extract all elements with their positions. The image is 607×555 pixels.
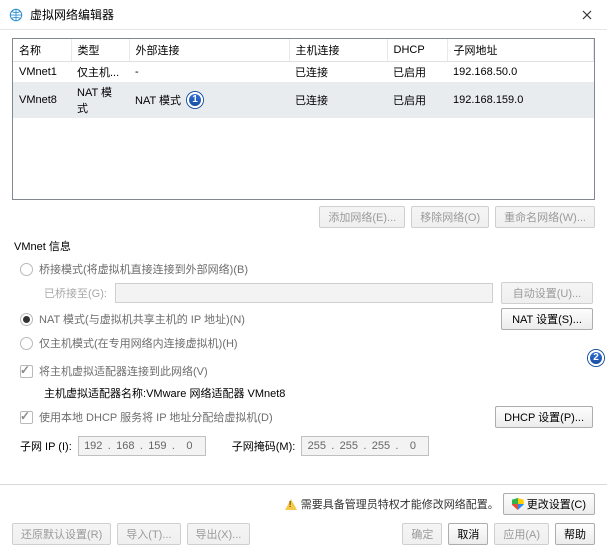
annotation-badge-2: 2 <box>588 350 604 366</box>
nat-label: NAT 模式(与虚拟机共享主机的 IP 地址)(N) <box>39 311 245 327</box>
close-button[interactable] <box>567 0 607 30</box>
network-table: 名称 类型 外部连接 主机连接 DHCP 子网地址 VMnet1 仅主机... … <box>12 38 595 200</box>
hostonly-option: 仅主机模式(在专用网络内连接虚拟机)(H) <box>14 332 593 354</box>
hostonly-label: 仅主机模式(在专用网络内连接虚拟机)(H) <box>39 335 238 351</box>
add-network-button: 添加网络(E)... <box>319 206 405 228</box>
cell-dhcp: 已启用 <box>387 82 447 118</box>
ok-button: 确定 <box>402 523 442 545</box>
change-settings-button[interactable]: 更改设置(C) <box>503 493 595 515</box>
cell-name: VMnet8 <box>13 82 71 118</box>
export-button: 导出(X)... <box>187 523 251 545</box>
nat-option: NAT 模式(与虚拟机共享主机的 IP 地址)(N) NAT 设置(S)... <box>14 306 593 332</box>
bridged-to-label: 已桥接至(G): <box>44 285 107 301</box>
table-button-row: 添加网络(E)... 移除网络(O) 重命名网络(W)... <box>12 206 595 228</box>
ip-octet: 255 <box>366 440 395 452</box>
cell-ext-text: NAT 模式 <box>135 92 181 108</box>
table-header: 名称 类型 外部连接 主机连接 DHCP 子网地址 <box>13 39 594 62</box>
checkbox-icon <box>20 411 33 424</box>
dhcp-label: 使用本地 DHCP 服务将 IP 地址分配给虚拟机(D) <box>39 409 273 425</box>
col-host[interactable]: 主机连接 <box>289 39 387 62</box>
close-icon <box>582 10 592 20</box>
remove-network-button: 移除网络(O) <box>411 206 489 228</box>
import-button: 导入(T)... <box>117 523 180 545</box>
table-row[interactable]: VMnet8 NAT 模式 NAT 模式 1 已连接 已启用 192.168.1… <box>13 82 594 118</box>
table-row[interactable]: VMnet1 仅主机... - 已连接 已启用 192.168.50.0 <box>13 62 594 83</box>
host-adapter-name-value: VMware 网络适配器 VMnet8 <box>146 385 285 401</box>
apply-button: 应用(A) <box>494 523 549 545</box>
bridged-to-row: 已桥接至(G): 自动设置(U)... <box>14 280 593 306</box>
titlebar: 虚拟网络编辑器 <box>0 0 607 30</box>
cell-subnet: 192.168.50.0 <box>447 62 594 83</box>
content-area: 名称 类型 外部连接 主机连接 DHCP 子网地址 VMnet1 仅主机... … <box>0 30 607 484</box>
cell-host: 已连接 <box>289 62 387 83</box>
col-name[interactable]: 名称 <box>13 39 71 62</box>
warning-icon <box>285 499 297 510</box>
subnet-ip-field: 192. 168. 159. 0 <box>78 436 206 456</box>
radio-icon <box>20 337 33 350</box>
rename-network-button: 重命名网络(W)... <box>495 206 595 228</box>
host-adapter-check: 将主机虚拟适配器连接到此网络(V) <box>14 360 593 382</box>
col-dhcp[interactable]: DHCP <box>387 39 447 62</box>
dhcp-check: 使用本地 DHCP 服务将 IP 地址分配给虚拟机(D) DHCP 设置(P).… <box>14 404 593 430</box>
admin-note-row: 需要具备管理员特权才能修改网络配置。 更改设置(C) <box>12 493 595 515</box>
window-title: 虚拟网络编辑器 <box>30 6 567 23</box>
cell-type: 仅主机... <box>71 62 129 83</box>
host-adapter-name-row: 主机虚拟适配器名称: VMware 网络适配器 VMnet8 <box>14 382 593 404</box>
ip-octet: 192 <box>79 440 108 452</box>
cancel-button[interactable]: 取消 <box>448 523 488 545</box>
ip-octet: 0 <box>175 440 204 452</box>
radio-icon <box>20 263 33 276</box>
col-subnet[interactable]: 子网地址 <box>447 39 594 62</box>
host-adapter-name-prefix: 主机虚拟适配器名称: <box>44 385 146 401</box>
annotation-badge-1: 1 <box>187 92 203 108</box>
virtual-network-editor-window: 虚拟网络编辑器 名称 类型 外部连接 主机连接 DHCP <box>0 0 607 555</box>
ip-octet: 255 <box>302 440 331 452</box>
ip-octet: 255 <box>334 440 363 452</box>
cell-dhcp: 已启用 <box>387 62 447 83</box>
bridged-label: 桥接模式(将虚拟机直接连接到外部网络)(B) <box>39 261 248 277</box>
vmnet-info-group: VMnet 信息 桥接模式(将虚拟机直接连接到外部网络)(B) 已桥接至(G):… <box>12 238 595 460</box>
col-type[interactable]: 类型 <box>71 39 129 62</box>
cell-name: VMnet1 <box>13 62 71 83</box>
group-legend: VMnet 信息 <box>14 238 593 254</box>
globe-icon <box>8 7 24 23</box>
subnet-mask-label: 子网掩码(M): <box>232 438 296 454</box>
col-ext[interactable]: 外部连接 <box>129 39 289 62</box>
radio-icon <box>20 313 33 326</box>
bridged-option: 桥接模式(将虚拟机直接连接到外部网络)(B) <box>14 258 593 280</box>
subnet-mask-field: 255. 255. 255. 0 <box>301 436 429 456</box>
footer: 需要具备管理员特权才能修改网络配置。 更改设置(C) 还原默认设置(R) 导入(… <box>0 484 607 555</box>
ip-octet: 168 <box>111 440 140 452</box>
nat-settings-button[interactable]: NAT 设置(S)... <box>501 308 593 330</box>
ip-octet: 0 <box>398 440 427 452</box>
admin-note: 需要具备管理员特权才能修改网络配置。 <box>301 496 499 512</box>
cell-subnet: 192.168.159.0 <box>447 82 594 118</box>
help-button[interactable]: 帮助 <box>555 523 595 545</box>
cell-host: 已连接 <box>289 82 387 118</box>
bridged-to-combo <box>115 283 493 303</box>
auto-settings-button: 自动设置(U)... <box>501 282 593 304</box>
cell-ext: - <box>129 62 289 83</box>
ip-octet: 159 <box>143 440 172 452</box>
subnet-ip-label: 子网 IP (I): <box>20 438 72 454</box>
cell-type: NAT 模式 <box>71 82 129 118</box>
cell-ext: NAT 模式 1 <box>129 82 289 118</box>
restore-defaults-button: 还原默认设置(R) <box>12 523 111 545</box>
footer-buttons: 还原默认设置(R) 导入(T)... 导出(X)... 确定 取消 应用(A) … <box>12 523 595 545</box>
subnet-fields: 子网 IP (I): 192. 168. 159. 0 子网掩码(M): 255… <box>14 430 593 456</box>
host-adapter-label: 将主机虚拟适配器连接到此网络(V) <box>39 363 208 379</box>
checkbox-icon <box>20 365 33 378</box>
dhcp-settings-button[interactable]: DHCP 设置(P)... <box>495 406 593 428</box>
